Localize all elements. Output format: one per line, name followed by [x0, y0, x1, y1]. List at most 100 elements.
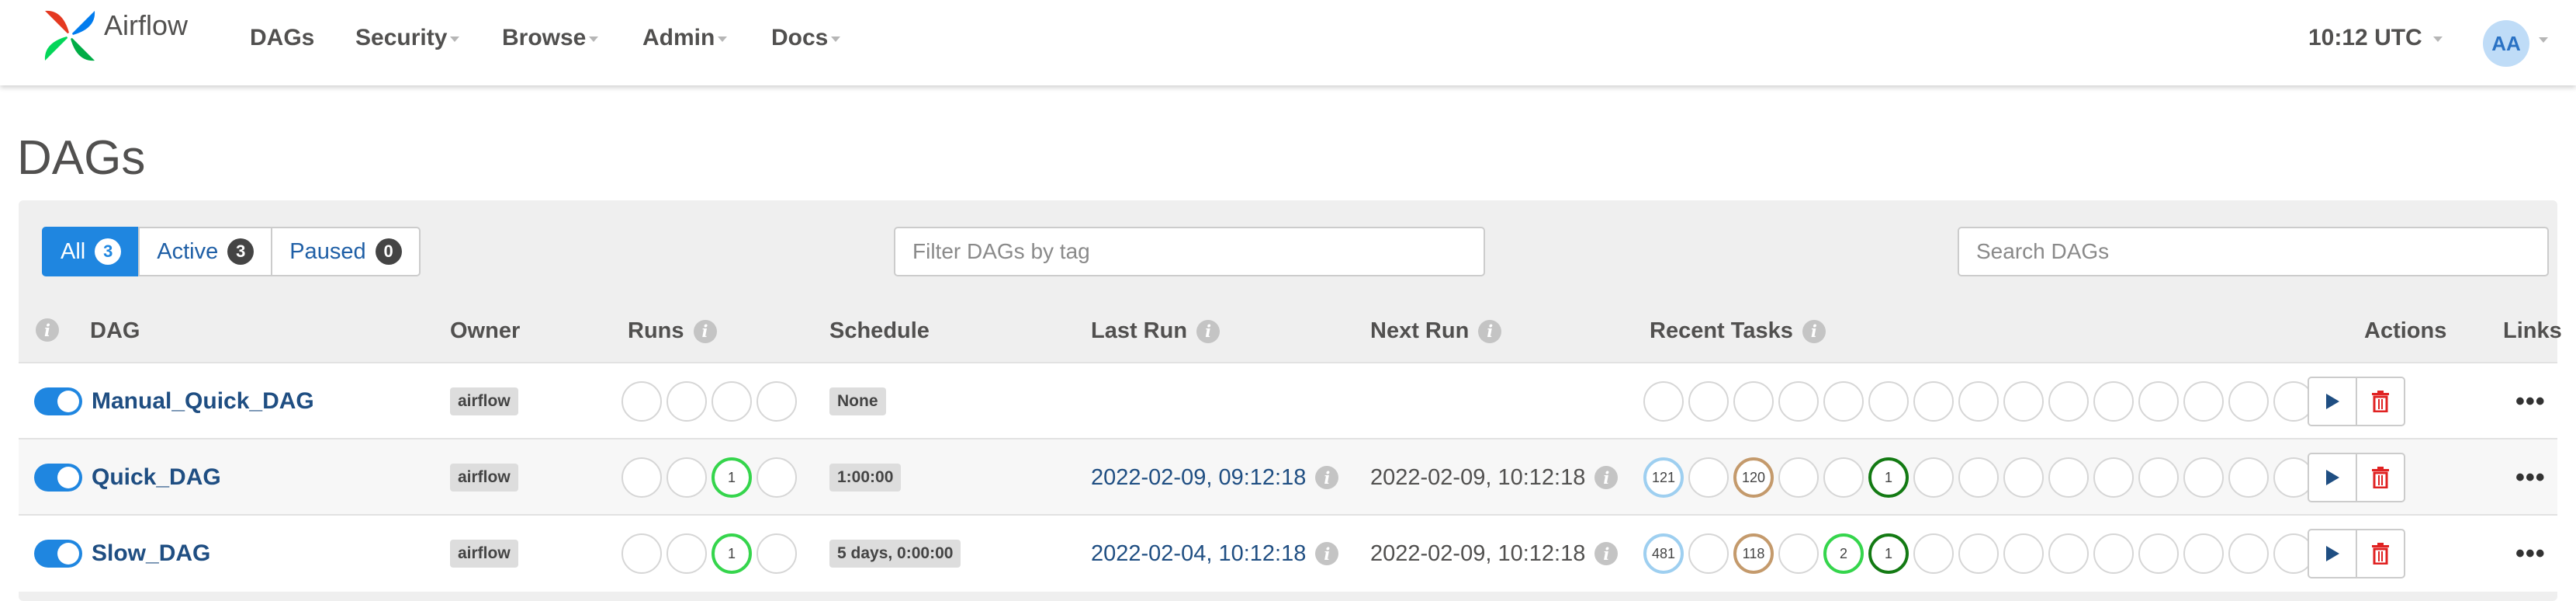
nav-docs[interactable]: Docs — [771, 25, 841, 51]
schedule-label[interactable]: 5 days, 0:00:00 — [829, 540, 961, 568]
links-menu-button[interactable]: ••• — [2515, 463, 2546, 493]
nav-security[interactable]: Security — [355, 25, 460, 51]
dag-name-link[interactable]: Quick_DAG — [92, 464, 221, 491]
task-state-circle[interactable] — [2138, 457, 2179, 498]
last-run-link[interactable]: 2022-02-09, 09:12:18 — [1091, 465, 1306, 491]
task-state-circle[interactable] — [2048, 381, 2089, 422]
info-icon[interactable]: i — [36, 318, 59, 342]
dag-run-state-circle[interactable] — [667, 533, 707, 574]
dag-name-link[interactable]: Slow_DAG — [92, 540, 210, 567]
search-dags-input[interactable] — [1958, 227, 2549, 276]
header-dag[interactable]: DAG — [90, 318, 140, 344]
info-icon[interactable]: i — [1196, 319, 1220, 343]
brand-logo[interactable]: Airflow — [40, 6, 188, 65]
task-state-circle[interactable] — [1868, 381, 1909, 422]
task-state-circle[interactable]: 2 — [1823, 533, 1864, 574]
dag-run-state-circle[interactable] — [621, 533, 662, 574]
task-state-circle[interactable] — [1778, 533, 1819, 574]
task-state-circle[interactable]: 481 — [1643, 533, 1684, 574]
trigger-dag-button[interactable] — [2308, 377, 2357, 426]
info-icon[interactable]: i — [1594, 466, 1619, 489]
task-state-circle[interactable]: 1 — [1868, 457, 1909, 498]
task-state-circle[interactable]: 120 — [1733, 457, 1774, 498]
task-state-circle[interactable] — [2048, 533, 2089, 574]
task-state-circle[interactable] — [1958, 533, 1999, 574]
task-state-circle[interactable] — [1958, 457, 1999, 498]
info-icon[interactable]: i — [1594, 542, 1619, 565]
links-menu-button[interactable]: ••• — [2515, 539, 2546, 569]
task-state-circle[interactable] — [2183, 381, 2224, 422]
task-state-circle[interactable] — [2183, 457, 2224, 498]
task-state-circle[interactable] — [1913, 381, 1954, 422]
links-menu-button[interactable]: ••• — [2515, 387, 2546, 417]
task-state-circle[interactable] — [1688, 381, 1729, 422]
task-state-circle[interactable] — [2048, 457, 2089, 498]
task-state-circle[interactable] — [2228, 533, 2269, 574]
task-state-circle[interactable] — [1688, 457, 1729, 498]
task-state-circle[interactable] — [1688, 533, 1729, 574]
nav-browse[interactable]: Browse — [502, 25, 599, 51]
header-owner[interactable]: Owner — [450, 318, 520, 344]
task-state-circle[interactable] — [1913, 457, 1954, 498]
dag-run-state-circle[interactable] — [757, 533, 797, 574]
task-state-circle[interactable] — [1733, 381, 1774, 422]
utc-clock[interactable]: 10:12 UTC — [2308, 25, 2443, 51]
dag-name-link[interactable]: Manual_Quick_DAG — [92, 388, 314, 415]
user-avatar[interactable]: AA — [2483, 20, 2529, 67]
dag-run-state-circle[interactable]: 1 — [712, 457, 752, 498]
chevron-down-icon[interactable] — [2539, 37, 2548, 43]
schedule-label[interactable]: None — [829, 387, 886, 415]
task-state-circle[interactable]: 118 — [1733, 533, 1774, 574]
task-state-circle[interactable] — [2003, 381, 2044, 422]
dag-run-state-circle[interactable] — [712, 381, 752, 422]
info-icon[interactable]: i — [1315, 466, 1339, 489]
info-icon[interactable]: i — [1802, 319, 1826, 343]
dag-run-state-circle[interactable] — [757, 381, 797, 422]
dag-run-state-circle[interactable] — [757, 457, 797, 498]
task-state-circle[interactable]: 121 — [1643, 457, 1684, 498]
task-state-circle[interactable] — [2183, 533, 2224, 574]
owner-label[interactable]: airflow — [450, 464, 518, 492]
task-state-circle[interactable] — [2138, 533, 2179, 574]
task-state-circle[interactable] — [2003, 533, 2044, 574]
task-state-circle[interactable] — [1823, 457, 1864, 498]
delete-dag-button[interactable] — [2356, 453, 2405, 502]
tag-filter-input[interactable] — [894, 227, 1485, 276]
owner-label[interactable]: airflow — [450, 387, 518, 415]
task-state-circle[interactable] — [2093, 381, 2134, 422]
trigger-dag-button[interactable] — [2308, 453, 2357, 502]
dag-run-state-circle[interactable] — [667, 381, 707, 422]
info-icon[interactable]: i — [693, 319, 717, 343]
task-state-circle[interactable] — [2093, 533, 2134, 574]
task-state-circle[interactable] — [1778, 457, 1819, 498]
dag-run-state-circle[interactable] — [667, 457, 707, 498]
info-icon[interactable]: i — [1315, 542, 1339, 565]
dag-pause-toggle[interactable] — [34, 387, 82, 415]
task-state-circle[interactable] — [2138, 381, 2179, 422]
schedule-label[interactable]: 1:00:00 — [829, 464, 902, 492]
task-state-circle[interactable] — [2228, 381, 2269, 422]
task-state-circle[interactable]: 1 — [1868, 533, 1909, 574]
nav-admin[interactable]: Admin — [642, 25, 728, 51]
dag-run-state-circle[interactable] — [621, 457, 662, 498]
nav-dags[interactable]: DAGs — [250, 25, 314, 51]
dag-run-state-circle[interactable] — [621, 381, 662, 422]
task-state-circle[interactable] — [1778, 381, 1819, 422]
owner-label[interactable]: airflow — [450, 540, 518, 568]
dag-pause-toggle[interactable] — [34, 540, 82, 568]
delete-dag-button[interactable] — [2356, 377, 2405, 426]
task-state-circle[interactable] — [1823, 381, 1864, 422]
trigger-dag-button[interactable] — [2308, 529, 2357, 578]
task-state-circle[interactable] — [1643, 381, 1684, 422]
delete-dag-button[interactable] — [2356, 529, 2405, 578]
last-run-link[interactable]: 2022-02-04, 10:12:18 — [1091, 541, 1306, 567]
dag-pause-toggle[interactable] — [34, 464, 82, 492]
task-state-circle[interactable] — [2093, 457, 2134, 498]
task-state-circle[interactable] — [2228, 457, 2269, 498]
task-state-circle[interactable] — [1958, 381, 1999, 422]
task-state-circle[interactable] — [2003, 457, 2044, 498]
task-state-circle[interactable] — [1913, 533, 1954, 574]
dag-run-state-circle[interactable]: 1 — [712, 533, 752, 574]
info-icon[interactable]: i — [1478, 319, 1502, 343]
filter-active-button[interactable]: Active 3 — [138, 227, 273, 276]
